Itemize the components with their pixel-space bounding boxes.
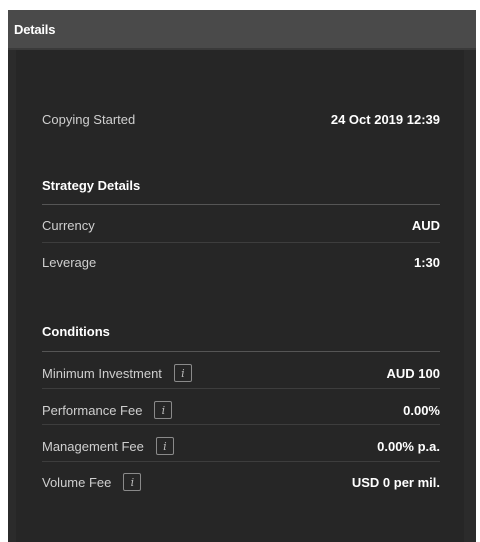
info-icon[interactable]: i bbox=[155, 437, 174, 455]
conditions-title: Conditions bbox=[42, 324, 110, 339]
currency-label: Currency bbox=[42, 218, 95, 233]
minimum-investment-text: Minimum Investment bbox=[42, 365, 162, 381]
divider bbox=[42, 424, 440, 425]
performance-fee-value: 0.00% bbox=[403, 402, 440, 418]
copying-started-label: Copying Started bbox=[42, 112, 136, 127]
leverage-row: Leverage 1:30 bbox=[42, 255, 440, 270]
performance-fee-label: Performance Fee i bbox=[42, 401, 173, 419]
divider bbox=[42, 204, 440, 205]
details-content: Copying Started 24 Oct 2019 12:39 Strate… bbox=[16, 50, 464, 542]
management-fee-label: Management Fee i bbox=[42, 437, 174, 455]
info-icon[interactable]: i bbox=[123, 473, 142, 491]
leverage-value: 1:30 bbox=[413, 255, 440, 270]
info-icon[interactable]: i bbox=[154, 401, 173, 419]
minimum-investment-row: Minimum Investment i AUD 100 bbox=[42, 364, 440, 382]
divider bbox=[42, 461, 440, 462]
management-fee-value: 0.00% p.a. bbox=[377, 438, 440, 454]
info-icon[interactable]: i bbox=[173, 364, 192, 382]
copying-started-row: Copying Started 24 Oct 2019 12:39 bbox=[42, 112, 440, 127]
minimum-investment-value: AUD 100 bbox=[386, 365, 440, 381]
currency-value: AUD bbox=[411, 218, 440, 233]
volume-fee-label: Volume Fee i bbox=[42, 473, 142, 491]
panel-header: Details bbox=[8, 10, 476, 50]
panel-title: Details bbox=[14, 21, 56, 37]
management-fee-text: Management Fee bbox=[42, 438, 144, 454]
divider bbox=[42, 388, 440, 389]
divider bbox=[42, 242, 440, 243]
volume-fee-row: Volume Fee i USD 0 per mil. bbox=[42, 473, 440, 491]
currency-row: Currency AUD bbox=[42, 218, 440, 233]
strategy-details-title: Strategy Details bbox=[42, 178, 141, 193]
performance-fee-row: Performance Fee i 0.00% bbox=[42, 401, 440, 419]
minimum-investment-label: Minimum Investment i bbox=[42, 364, 192, 382]
management-fee-row: Management Fee i 0.00% p.a. bbox=[42, 437, 440, 455]
divider bbox=[42, 351, 440, 352]
leverage-label: Leverage bbox=[42, 255, 97, 270]
copying-started-value: 24 Oct 2019 12:39 bbox=[330, 112, 440, 127]
performance-fee-text: Performance Fee bbox=[42, 402, 143, 418]
volume-fee-value: USD 0 per mil. bbox=[351, 474, 440, 490]
details-panel: Details Copying Started 24 Oct 2019 12:3… bbox=[8, 10, 476, 542]
volume-fee-text: Volume Fee bbox=[42, 474, 112, 490]
